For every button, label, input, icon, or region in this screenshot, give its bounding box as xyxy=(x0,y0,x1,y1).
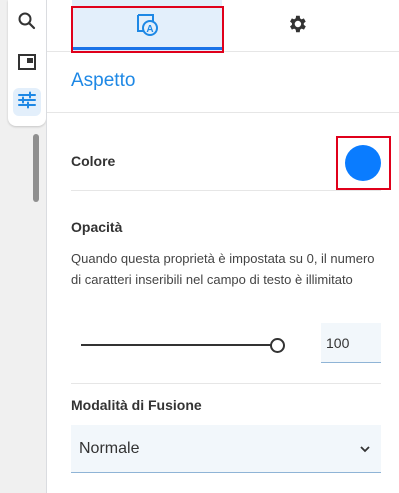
sliders-icon xyxy=(17,90,37,115)
opacity-slider-track[interactable] xyxy=(81,344,276,346)
gear-icon xyxy=(286,13,308,40)
opacity-label: Opacità xyxy=(71,219,123,235)
tab-settings[interactable] xyxy=(222,0,372,52)
opacity-input[interactable]: 100 xyxy=(321,323,381,363)
left-toolbar xyxy=(0,0,47,493)
search-button[interactable] xyxy=(13,9,41,37)
properties-window: A Aspetto Colore Opacità Quando questa p… xyxy=(0,0,399,493)
color-swatch-button[interactable] xyxy=(345,145,381,181)
panel-layout-button[interactable] xyxy=(13,50,41,78)
chevron-down-icon xyxy=(359,442,371,460)
section-title: Aspetto xyxy=(71,70,136,91)
search-icon xyxy=(17,11,37,36)
tool-card xyxy=(8,0,46,126)
opacity-description: Quando questa proprietà è impostata su 0… xyxy=(71,251,375,287)
section-divider xyxy=(47,112,399,113)
tab-appearance[interactable]: A xyxy=(72,0,222,52)
tab-bar: A xyxy=(47,0,399,52)
svg-text:A: A xyxy=(146,24,153,35)
active-tab-indicator xyxy=(72,47,222,50)
scrollbar-thumb[interactable] xyxy=(33,134,39,202)
row-divider xyxy=(71,190,381,191)
panel-layout-icon xyxy=(17,52,37,77)
text-color-format-icon: A xyxy=(134,11,160,42)
opacity-slider-handle[interactable] xyxy=(270,338,285,353)
blend-mode-value: Normale xyxy=(79,440,140,457)
color-label: Colore xyxy=(71,153,116,169)
properties-button[interactable] xyxy=(13,88,41,116)
blend-mode-select[interactable]: Normale xyxy=(71,425,381,473)
properties-panel: A Aspetto Colore Opacità Quando questa p… xyxy=(47,0,399,493)
row-divider xyxy=(71,383,381,384)
blend-mode-label: Modalità di Fusione xyxy=(71,397,202,413)
